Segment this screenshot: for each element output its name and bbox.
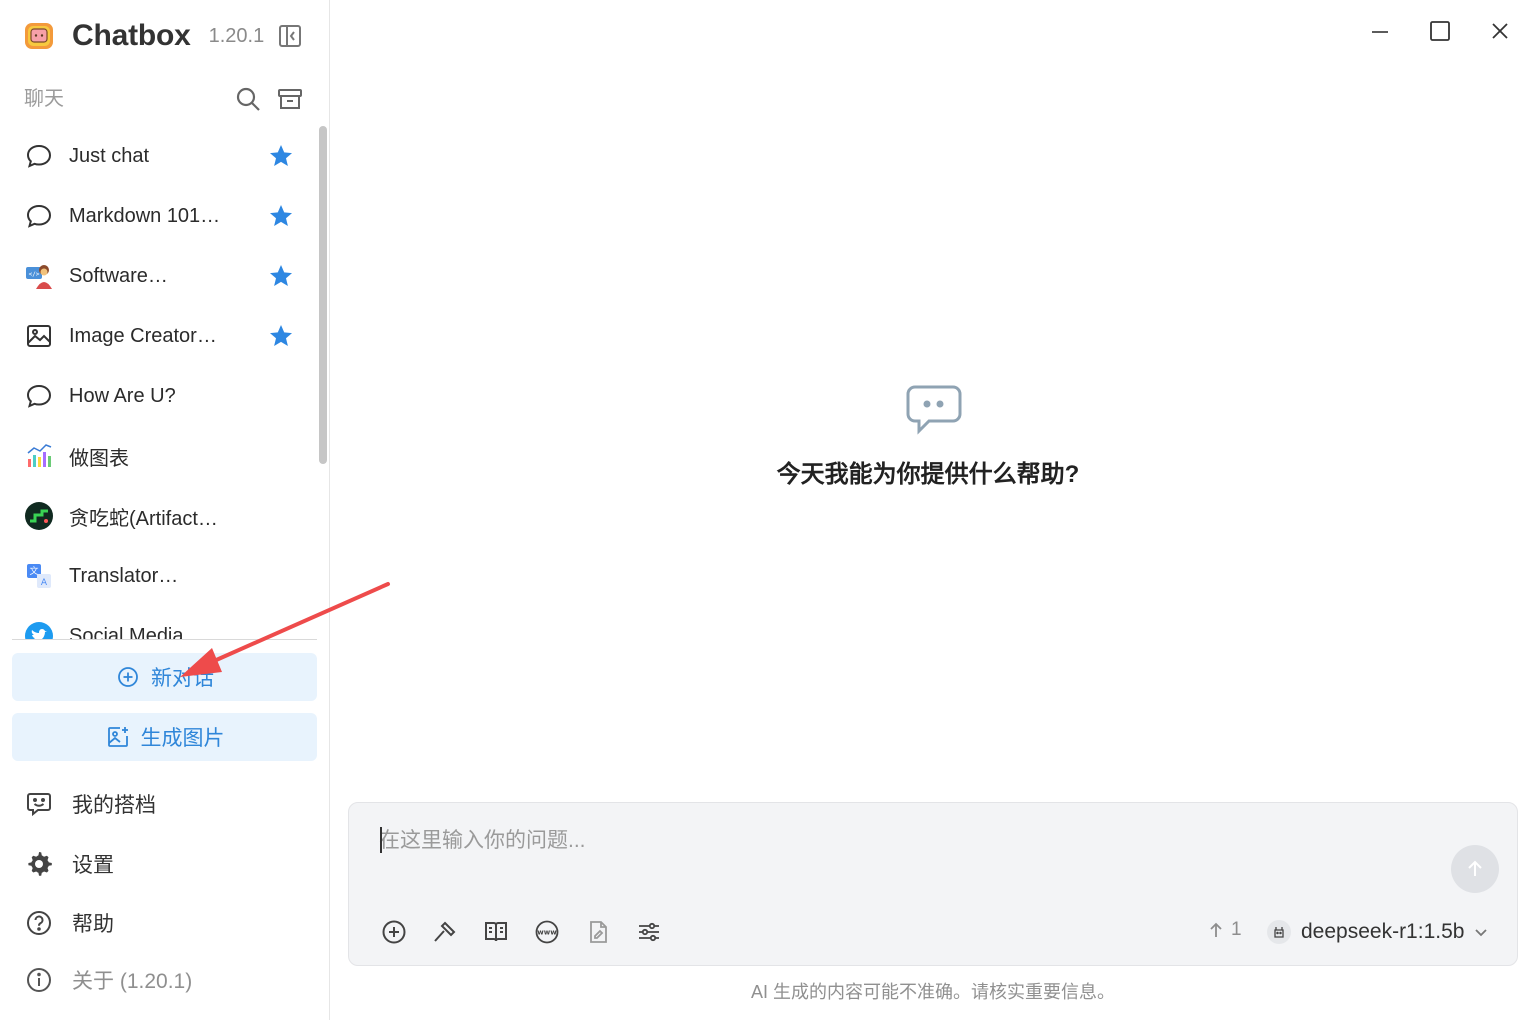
session-item[interactable]: Markdown 101… — [12, 186, 312, 246]
chat-bubble-icon — [24, 381, 54, 411]
session-item[interactable]: How Are U? — [12, 366, 312, 426]
sidebar: Chatbox 1.20.1 聊天 Just chat Markdown 101… — [0, 0, 330, 1020]
settings-sliders-icon — [639, 922, 659, 942]
snake-game-avatar-icon — [24, 501, 54, 531]
nav-about-label: 关于 (1.20.1) — [72, 970, 193, 993]
star-icon[interactable] — [268, 323, 294, 349]
session-item[interactable]: Just chat — [12, 126, 312, 186]
star-icon[interactable] — [268, 203, 294, 229]
ollama-llama-icon — [1267, 920, 1291, 944]
model-settings-button[interactable] — [634, 917, 664, 947]
nav-help-label: 帮助 — [72, 913, 114, 936]
collapse-sidebar-icon[interactable] — [276, 22, 304, 50]
add-image-icon — [105, 724, 131, 750]
svg-text:文: 文 — [29, 565, 38, 577]
context-count-button[interactable]: 1 — [1209, 919, 1242, 941]
session-label: Software… — [69, 264, 168, 287]
smile-chat-icon — [24, 789, 54, 819]
file-icon — [590, 921, 607, 943]
text-caret — [380, 827, 382, 853]
gear-icon — [24, 849, 54, 879]
session-label: How Are U? — [69, 384, 176, 407]
minimize-icon — [1372, 31, 1388, 33]
nav-my-copilots-label: 我的搭档 — [72, 794, 156, 817]
nav-help[interactable]: 帮助 — [24, 903, 314, 943]
svg-text:A: A — [41, 578, 48, 588]
search-icon[interactable] — [234, 84, 262, 114]
session-label: 贪吃蛇(Artifact… — [69, 507, 218, 530]
nav-about[interactable]: 关于 (1.20.1) — [24, 960, 314, 1000]
session-list-scrollbar[interactable] — [319, 126, 327, 464]
add-attachment-button[interactable] — [379, 917, 409, 947]
maximize-icon — [1430, 21, 1450, 41]
session-label: Markdown 101… — [69, 204, 221, 227]
app-version: 1.20.1 — [208, 24, 265, 47]
window-minimize-button[interactable] — [1363, 14, 1397, 48]
generate-image-label: 生成图片 — [140, 727, 225, 750]
session-item[interactable]: 文 A Translator… — [12, 546, 312, 606]
knowledge-base-button[interactable] — [481, 917, 511, 947]
bird-avatar-icon — [24, 621, 54, 640]
new-chat-label: 新对话 — [151, 667, 214, 690]
window-maximize-button[interactable] — [1423, 14, 1457, 48]
session-item[interactable]: Social Media… — [12, 606, 312, 640]
send-button[interactable] — [1451, 845, 1499, 893]
session-item[interactable]: Image Creator… — [12, 306, 312, 366]
star-icon[interactable] — [268, 143, 294, 169]
context-count-value: 1 — [1231, 919, 1242, 940]
close-icon — [1492, 23, 1508, 39]
empty-chat-bubble-icon — [905, 384, 963, 436]
model-name: deepseek-r1:1.5b — [1301, 920, 1465, 943]
session-label: Image Creator… — [69, 324, 217, 347]
app-name: Chatbox — [72, 19, 191, 52]
empty-state-title: 今天我能为你提供什么帮助? — [776, 461, 1080, 488]
session-list[interactable]: Just chat Markdown 101… </> Software… Image … — [12, 126, 312, 640]
chevron-down-icon — [1472, 923, 1490, 941]
image-icon — [24, 321, 54, 351]
message-composer: www 1 deepseek-r1:1.5b — [348, 802, 1518, 966]
archive-icon[interactable] — [276, 84, 304, 114]
svg-text:</>: </> — [29, 271, 40, 278]
app-brand: Chatbox 1.20.1 — [24, 18, 264, 54]
model-selector[interactable]: deepseek-r1:1.5b — [1267, 917, 1490, 947]
chat-bubble-icon — [24, 141, 54, 171]
book-icon — [485, 922, 507, 942]
nav-my-copilots[interactable]: 我的搭档 — [24, 784, 314, 824]
chat-section-header: 聊天 — [24, 84, 314, 114]
svg-text:www: www — [537, 929, 557, 937]
star-icon[interactable] — [268, 263, 294, 289]
session-label: Translator… — [69, 564, 179, 587]
info-circle-icon — [24, 965, 54, 995]
message-input[interactable] — [379, 825, 1419, 857]
arrow-up-icon — [1468, 860, 1482, 876]
generate-image-button[interactable]: 生成图片 — [12, 713, 317, 761]
developer-avatar-icon: </> — [24, 261, 54, 291]
nav-settings[interactable]: 设置 — [24, 844, 314, 884]
translate-avatar-icon: 文A — [24, 561, 54, 591]
chat-bubble-icon — [24, 201, 54, 231]
tools-button[interactable] — [430, 917, 460, 947]
session-item[interactable]: 贪吃蛇(Artifact… — [12, 486, 312, 546]
new-chat-button[interactable]: 新对话 — [12, 653, 317, 701]
help-circle-icon — [24, 908, 54, 938]
ai-disclaimer: AI 生成的内容可能不准确。请核实重要信息。 — [750, 982, 1115, 1002]
section-title: 聊天 — [24, 88, 64, 110]
session-label: Just chat — [69, 144, 150, 167]
plus-circle-icon — [115, 664, 141, 690]
nav-settings-label: 设置 — [72, 854, 114, 877]
plus-circle-icon — [382, 920, 406, 944]
session-label: 做图表 — [69, 447, 129, 470]
session-item[interactable]: </> Software… — [12, 246, 312, 306]
session-label: Social Media… — [69, 624, 204, 641]
globe-www-icon: www — [535, 920, 559, 944]
window-close-button[interactable] — [1483, 14, 1517, 48]
session-item[interactable]: 做图表 — [12, 426, 312, 486]
arrow-up-icon — [1209, 921, 1223, 939]
chatbox-logo-icon — [24, 21, 54, 51]
divider — [12, 639, 317, 640]
web-search-button[interactable]: www — [532, 917, 562, 947]
chart-avatar-icon — [24, 441, 54, 471]
hammer-icon — [434, 921, 456, 942]
attach-file-button[interactable] — [583, 917, 613, 947]
